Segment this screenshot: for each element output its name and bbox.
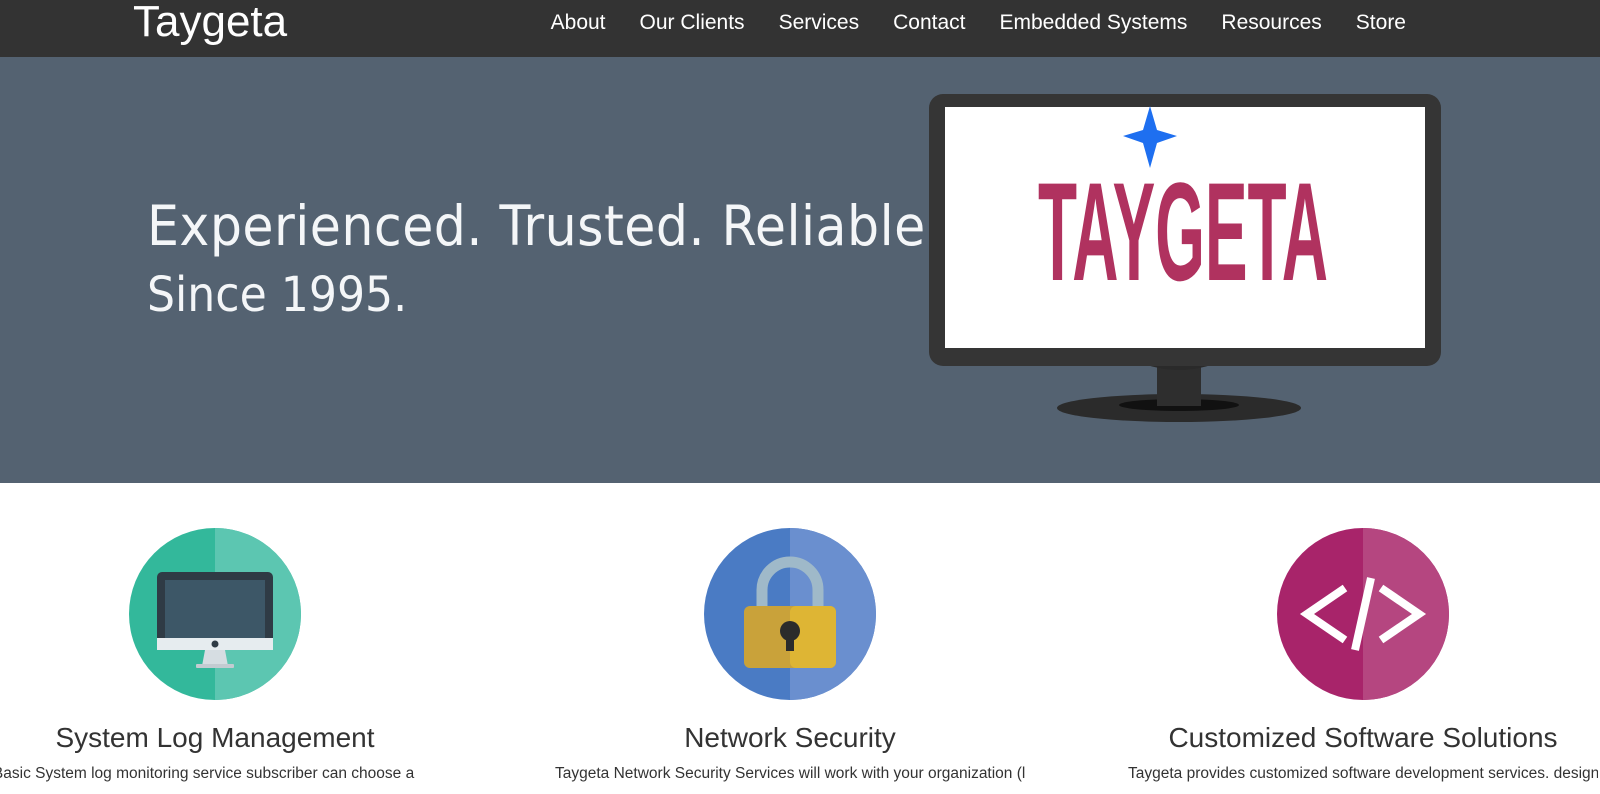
code-icon	[1277, 528, 1449, 700]
feature-description: Taygeta provides customized software dev…	[1128, 765, 1598, 782]
feature-title: System Log Management	[55, 722, 375, 753]
monitor-icon	[129, 528, 301, 700]
nav-contact[interactable]: Contact	[876, 0, 982, 46]
feature-custom-software: Customized Software Solutions Taygeta pr…	[1128, 528, 1598, 786]
nav-store[interactable]: Store	[1339, 0, 1423, 46]
hero-monitor-image: TAYGETA	[925, 94, 1445, 434]
nav-our-clients[interactable]: Our Clients	[623, 0, 762, 46]
nav-resources[interactable]: Resources	[1204, 0, 1338, 46]
feature-network-security: Network Security Taygeta Network Securit…	[555, 528, 1025, 786]
padlock-icon	[704, 528, 876, 700]
nav-embedded-systems[interactable]: Embedded Systems	[982, 0, 1204, 46]
feature-system-log: System Log Management a Basic System log…	[0, 528, 450, 786]
hero-banner: Experienced. Trusted. Reliable. Since 19…	[0, 57, 1600, 483]
brand-link[interactable]: Taygeta	[133, 0, 287, 46]
feature-title: Network Security	[684, 722, 896, 753]
navbar: Taygeta About Our Clients Services Conta…	[0, 0, 1600, 57]
hero-headline: Experienced. Trusted. Reliable.	[147, 194, 943, 258]
nav-services[interactable]: Services	[762, 0, 877, 46]
nav-about[interactable]: About	[534, 0, 623, 46]
feature-description: Taygeta Network Security Services will w…	[555, 765, 1025, 782]
hero-subheadline: Since 1995.	[147, 267, 408, 323]
feature-description: a Basic System log monitoring service su…	[0, 765, 415, 782]
hero-logo-text: TAYGETA	[1038, 153, 1328, 310]
nav-menu: About Our Clients Services Contact Embed…	[534, 0, 1423, 57]
feature-title: Customized Software Solutions	[1168, 722, 1558, 753]
